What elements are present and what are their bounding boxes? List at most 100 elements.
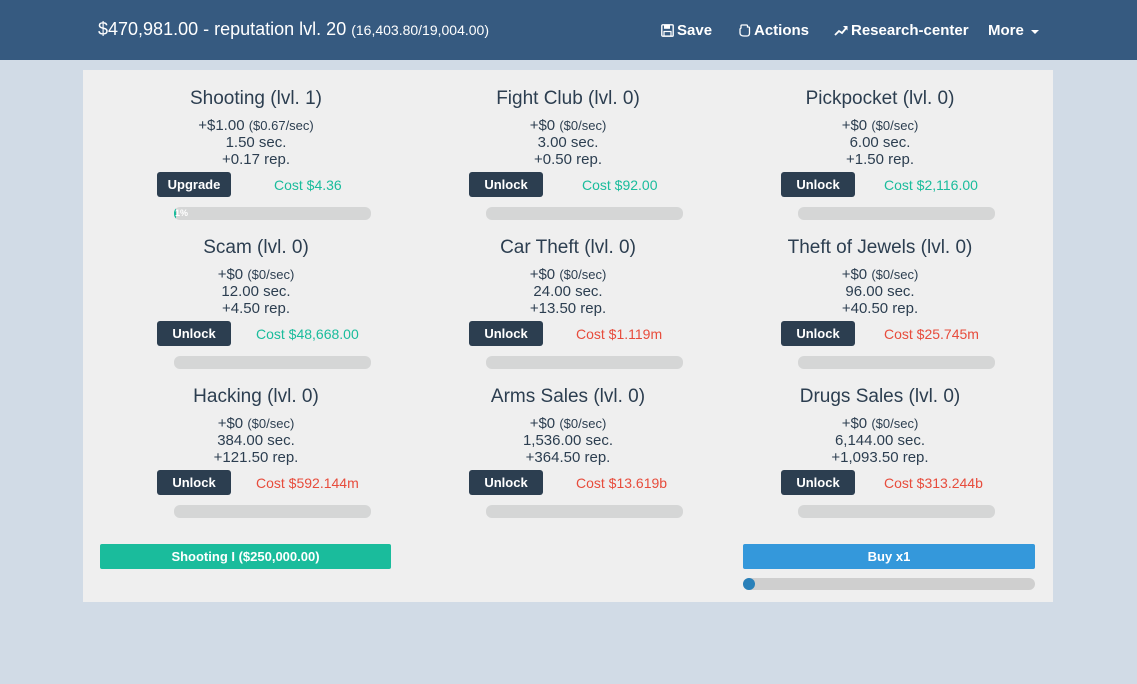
unlock-button[interactable]: Unlock (781, 470, 855, 495)
activity-card: Shooting (lvl. 1) +$1.00 ($0.67/sec) 1.50 … (100, 70, 412, 220)
save-label: Save (677, 22, 713, 39)
activity-title: Scam (lvl. 0) (203, 237, 309, 258)
activity-duration: 384.00 sec. (217, 432, 295, 449)
activity-reputation: +1,093.50 rep. (831, 449, 929, 466)
income-rate: ($0/sec) (871, 416, 919, 431)
income-value: +$0 (217, 415, 244, 432)
activity-cost: Cost $13.619b (576, 475, 668, 491)
activity-card: Theft of Jewels (lvl. 0) +$0 ($0/sec) 96.0… (724, 219, 1036, 369)
activity-progress-bar (798, 505, 995, 518)
activity-duration: 6.00 sec. (849, 134, 911, 151)
activity-duration: 12.00 sec. (221, 283, 291, 300)
activity-title: Car Theft (lvl. 0) (500, 237, 636, 258)
income-rate: ($0/sec) (559, 118, 607, 133)
income-rate: ($0/sec) (559, 267, 607, 282)
buy-slider-handle[interactable] (743, 578, 755, 590)
activity-duration: 96.00 sec. (845, 283, 915, 300)
income-value: +$0 (529, 415, 556, 432)
unlock-button[interactable]: Unlock (781, 172, 855, 197)
research-label: Research-center (851, 22, 969, 39)
reputation-progress: (16,403.80/19,004.00) (351, 22, 489, 38)
income-value: +$0 (841, 266, 868, 283)
activity-income: +$0 ($0/sec) (724, 266, 1036, 283)
actions-label: Actions (754, 22, 810, 39)
activity-progress-bar (486, 505, 683, 518)
activity-cost: Cost $92.00 (582, 177, 658, 193)
status-summary: $470,981.00 - reputation lvl. 20 (16,403… (98, 19, 489, 40)
activity-cost: Cost $1.119m (576, 326, 663, 342)
unlock-button[interactable]: Unlock (157, 470, 231, 495)
actions-menu[interactable]: Actions (738, 22, 809, 39)
activity-income: +$1.00 ($0.67/sec) (100, 117, 412, 134)
activity-reputation: +121.50 rep. (213, 449, 299, 466)
activity-card: Scam (lvl. 0) +$0 ($0/sec) 12.00 sec. +4.50… (100, 219, 412, 369)
reputation-level: - reputation lvl. 20 (203, 19, 347, 39)
activity-duration: 3.00 sec. (537, 134, 599, 151)
unlock-button[interactable]: Unlock (781, 321, 855, 346)
activity-reputation: +364.50 rep. (525, 449, 611, 466)
activity-duration: 24.00 sec. (533, 283, 603, 300)
floppy-disk-icon (661, 24, 674, 37)
activity-title: Arms Sales (lvl. 0) (490, 386, 646, 407)
income-rate: ($0/sec) (871, 118, 919, 133)
activity-income: +$0 ($0/sec) (412, 415, 724, 432)
activity-cost: Cost $4.36 (274, 177, 342, 193)
activity-reputation: +40.50 rep. (841, 300, 919, 317)
income-rate: ($0/sec) (247, 267, 295, 282)
activity-title: Drugs Sales (lvl. 0) (799, 386, 961, 407)
research-center-link[interactable]: Research-center (834, 22, 969, 39)
save-button[interactable]: Save (661, 22, 712, 39)
activity-reputation: +4.50 rep. (222, 300, 290, 317)
income-rate: ($0/sec) (871, 267, 919, 282)
activity-income: +$0 ($0/sec) (100, 415, 412, 432)
activity-card: Car Theft (lvl. 0) +$0 ($0/sec) 24.00 sec.… (412, 219, 724, 369)
money-display: $470,981.00 (98, 19, 199, 39)
research-upgrade-button[interactable]: Shooting I ($250,000.00) (100, 544, 391, 569)
buy-quantity-button[interactable]: Buy x1 (743, 544, 1035, 569)
activity-title: Pickpocket (lvl. 0) (805, 88, 955, 109)
activity-cost: Cost $313.244b (884, 475, 983, 491)
activity-reputation: +0.17 rep. (222, 151, 290, 168)
activity-income: +$0 ($0/sec) (724, 117, 1036, 134)
activity-progress-bar (174, 505, 371, 518)
activity-cost: Cost $48,668.00 (256, 326, 359, 342)
trend-up-icon (834, 25, 848, 37)
unlock-button[interactable]: Unlock (469, 321, 543, 346)
income-rate: ($0.67/sec) (248, 118, 314, 133)
unlock-button[interactable]: Unlock (157, 321, 231, 346)
activity-card: Arms Sales (lvl. 0) +$0 ($0/sec) 1,536.00 … (412, 368, 724, 518)
caret-down-icon (1030, 29, 1039, 34)
unlock-button[interactable]: Unlock (469, 470, 543, 495)
activity-title: Hacking (lvl. 0) (193, 386, 319, 407)
income-value: +$0 (529, 117, 556, 134)
activity-cost: Cost $25.745m (884, 326, 979, 342)
activity-title: Shooting (lvl. 1) (189, 88, 322, 109)
activity-title: Fight Club (lvl. 0) (496, 88, 640, 109)
upgrade-button[interactable]: Upgrade (157, 172, 231, 197)
activity-income: +$0 ($0/sec) (100, 266, 412, 283)
activity-reputation: +13.50 rep. (529, 300, 607, 317)
activity-reputation: +1.50 rep. (846, 151, 914, 168)
activity-income: +$0 ($0/sec) (412, 266, 724, 283)
activity-card: Fight Club (lvl. 0) +$0 ($0/sec) 3.00 sec.… (412, 70, 724, 220)
activity-card: Hacking (lvl. 0) +$0 ($0/sec) 384.00 sec. +… (100, 368, 412, 518)
more-label: More (988, 22, 1024, 39)
activity-card: Drugs Sales (lvl. 0) +$0 ($0/sec) 6,144.00… (724, 368, 1036, 518)
activity-duration: 6,144.00 sec. (834, 432, 926, 449)
more-dropdown[interactable]: More (988, 22, 1039, 39)
income-rate: ($0/sec) (247, 416, 295, 431)
activity-duration: 1,536.00 sec. (522, 432, 614, 449)
activity-duration: 1.50 sec. (225, 134, 287, 151)
unlock-button[interactable]: Unlock (469, 172, 543, 197)
income-value: +$0 (217, 266, 244, 283)
income-value: +$0 (841, 117, 868, 134)
activity-card: Pickpocket (lvl. 0) +$0 ($0/sec) 6.00 sec.… (724, 70, 1036, 220)
activity-income: +$0 ($0/sec) (412, 117, 724, 134)
activity-income: +$0 ($0/sec) (724, 415, 1036, 432)
activity-cost: Cost $592.144m (256, 475, 359, 491)
income-value: +$0 (841, 415, 868, 432)
hand-icon (738, 24, 751, 37)
navbar: $470,981.00 - reputation lvl. 20 (16,403… (0, 0, 1137, 60)
buy-quantity-slider[interactable] (743, 578, 1035, 590)
income-value: +$0 (529, 266, 556, 283)
